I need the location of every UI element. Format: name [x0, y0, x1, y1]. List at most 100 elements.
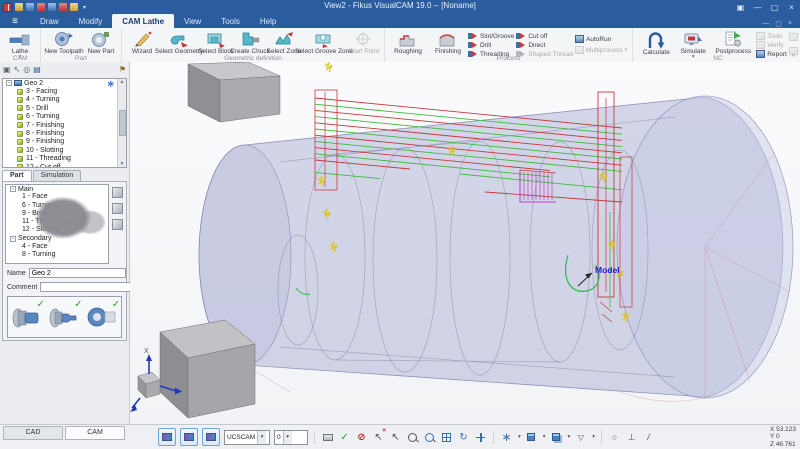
zoom-select-icon[interactable] [406, 430, 419, 444]
toolpath-item[interactable]: 7 - Finishing [17, 121, 126, 129]
toolpath-item[interactable]: 4 - Turning [17, 96, 126, 104]
comment-input[interactable] [40, 282, 137, 292]
part-main-item[interactable]: 6 - Turning [22, 202, 108, 210]
shading-dropdown-icon[interactable]: ▾ [543, 434, 546, 440]
part-preview-1[interactable]: ✓ [11, 302, 43, 332]
ribbon-collapse-icon[interactable]: ^ [792, 54, 795, 61]
window-options-button[interactable]: ▣ [732, 0, 749, 14]
tab-cam[interactable]: CAM [65, 426, 125, 440]
view-presets-dropdown-icon[interactable]: ▾ [518, 434, 521, 440]
toolpath-item[interactable]: 10 - Slotting [17, 146, 126, 154]
layer-selector[interactable]: 0 ▾ [274, 430, 308, 445]
target-icon[interactable]: ◎ [23, 64, 30, 76]
roughing-button[interactable]: Roughing [388, 29, 428, 55]
select-toolpath-icon[interactable]: ↖ [14, 64, 21, 76]
menu-tab[interactable]: Tools [211, 14, 250, 28]
menu-tab[interactable]: Modify [69, 14, 113, 28]
lathe-view-1-button[interactable] [158, 428, 176, 446]
scroll-up-icon[interactable]: ▲ [120, 79, 125, 85]
rotate-view-icon[interactable]: ↻ [457, 430, 470, 444]
toolpath-scrollbar[interactable]: ▲ ▼ [117, 79, 126, 167]
accept-icon[interactable]: ✓ [338, 430, 351, 444]
layers-icon[interactable]: ▤ [33, 64, 41, 76]
filter-icon[interactable]: ▽ [574, 430, 587, 444]
part-operations-list[interactable]: - Main 1 - Face6 - Turning9 - Broach11 -… [5, 184, 109, 264]
tool-cube-top[interactable] [188, 62, 280, 122]
quickbar-dropdown-icon[interactable]: ▾ [83, 4, 86, 11]
app-logo-icon[interactable] [3, 3, 12, 12]
filter-dropdown-icon[interactable]: ▾ [592, 434, 595, 440]
undo-icon[interactable] [37, 3, 45, 11]
deselect-icon[interactable]: ↖× [372, 430, 385, 444]
view-presets-icon[interactable]: ∗ [500, 430, 513, 444]
direct-button[interactable]: Direct [516, 41, 573, 49]
part-main-item[interactable]: 1 - Face [22, 193, 108, 201]
menu-tab[interactable]: Help [250, 14, 286, 28]
part-main-item[interactable]: 12 - Slotting [22, 226, 108, 234]
create-chuck-button[interactable]: Create Chuck [233, 29, 267, 55]
scroll-down-icon[interactable]: ▼ [120, 161, 125, 167]
select-block-button[interactable]: Select Block [199, 29, 233, 55]
save-icon[interactable] [26, 3, 34, 11]
select-geometry-button[interactable]: Select Geometry [159, 29, 199, 55]
calculate-button[interactable]: Calculate [636, 29, 676, 56]
name-input[interactable] [29, 268, 126, 278]
tool-cube-bottom[interactable] [160, 320, 255, 418]
scroll-thumb[interactable] [119, 110, 126, 136]
shading-mode-icon[interactable] [525, 430, 538, 444]
toolpath-item[interactable]: 5 - Drill [17, 104, 126, 112]
finishing-button[interactable]: Finishing [428, 29, 468, 55]
perpendicular-snap-icon[interactable]: ⊥ [625, 430, 638, 444]
cut-off-button[interactable]: Cut off [516, 32, 573, 40]
delete-op-icon[interactable] [112, 203, 123, 214]
select-groove-zone-button[interactable]: Select Groove Zone [301, 29, 347, 55]
toolpath-item[interactable]: 12 - Cut off [17, 163, 126, 168]
display-layers-dropdown-icon[interactable]: ▾ [568, 434, 571, 440]
part-preview-3[interactable]: ✓ [86, 302, 118, 332]
pin-icon[interactable]: ⚑ [119, 64, 126, 76]
mdi-restore-icon[interactable]: ▢ [775, 20, 782, 28]
tab-part[interactable]: Part [2, 170, 32, 181]
plot-icon[interactable] [321, 430, 334, 444]
zoom-fit-icon[interactable] [440, 430, 453, 444]
hamburger-menu-icon[interactable]: ≡ [0, 15, 30, 28]
open-icon[interactable] [15, 3, 23, 11]
lathe-view-3-button[interactable] [202, 428, 220, 446]
redo-icon[interactable] [48, 3, 56, 11]
display-layers-icon[interactable] [550, 430, 563, 444]
circle-snap-icon[interactable]: ○ [608, 430, 621, 444]
tab-simulation[interactable]: Simulation [33, 170, 82, 181]
pan-view-icon[interactable] [474, 430, 487, 444]
slot-groove-button[interactable]: Slot/Groove [468, 32, 514, 40]
drill-button[interactable]: Drill [468, 41, 514, 49]
print-icon[interactable] [59, 3, 67, 11]
part-preview-2[interactable]: ✓ [48, 302, 80, 332]
part-secondary-item[interactable]: 4 - Face [22, 243, 108, 251]
zoom-window-icon[interactable] [423, 430, 436, 444]
part-tree-main[interactable]: - Main [6, 185, 108, 193]
move-up-op-icon[interactable] [112, 187, 123, 198]
new-toolpath-button[interactable]: New Toolpath [44, 29, 84, 55]
tool-op-icon[interactable] [112, 219, 123, 230]
autorun-button[interactable]: AutoRun [575, 35, 627, 43]
options-quick-icon[interactable] [70, 3, 78, 11]
cancel-icon[interactable]: ⊘ [355, 430, 368, 444]
line-snap-icon[interactable]: / [642, 430, 655, 444]
stock-cylinder[interactable] [199, 96, 793, 398]
display-options-icon[interactable]: ▣ [3, 64, 11, 76]
toolpath-item[interactable]: 9 - Finishing [17, 138, 126, 146]
part-main-item[interactable]: 9 - Broach [22, 210, 108, 218]
menu-tab[interactable]: CAM Lathe [112, 14, 174, 28]
postprocess-button[interactable]: Postprocess [710, 29, 756, 55]
new-part-button[interactable]: New Part [84, 29, 118, 55]
menu-tab[interactable]: Draw [30, 14, 69, 28]
toolpath-item[interactable]: 6 - Turning [17, 113, 126, 121]
layer-dropdown-icon[interactable]: ▾ [283, 431, 292, 444]
part-tree-secondary[interactable]: - Secondary [6, 234, 108, 242]
mdi-close-icon[interactable]: × [788, 20, 792, 28]
tree-collapse-icon[interactable]: - [6, 80, 12, 86]
viewport-canvas[interactable] [130, 62, 800, 425]
tab-cad[interactable]: CAD [3, 426, 63, 440]
menu-tab[interactable]: View [174, 14, 211, 28]
part-main-item[interactable]: 11 - Threading [22, 218, 108, 226]
